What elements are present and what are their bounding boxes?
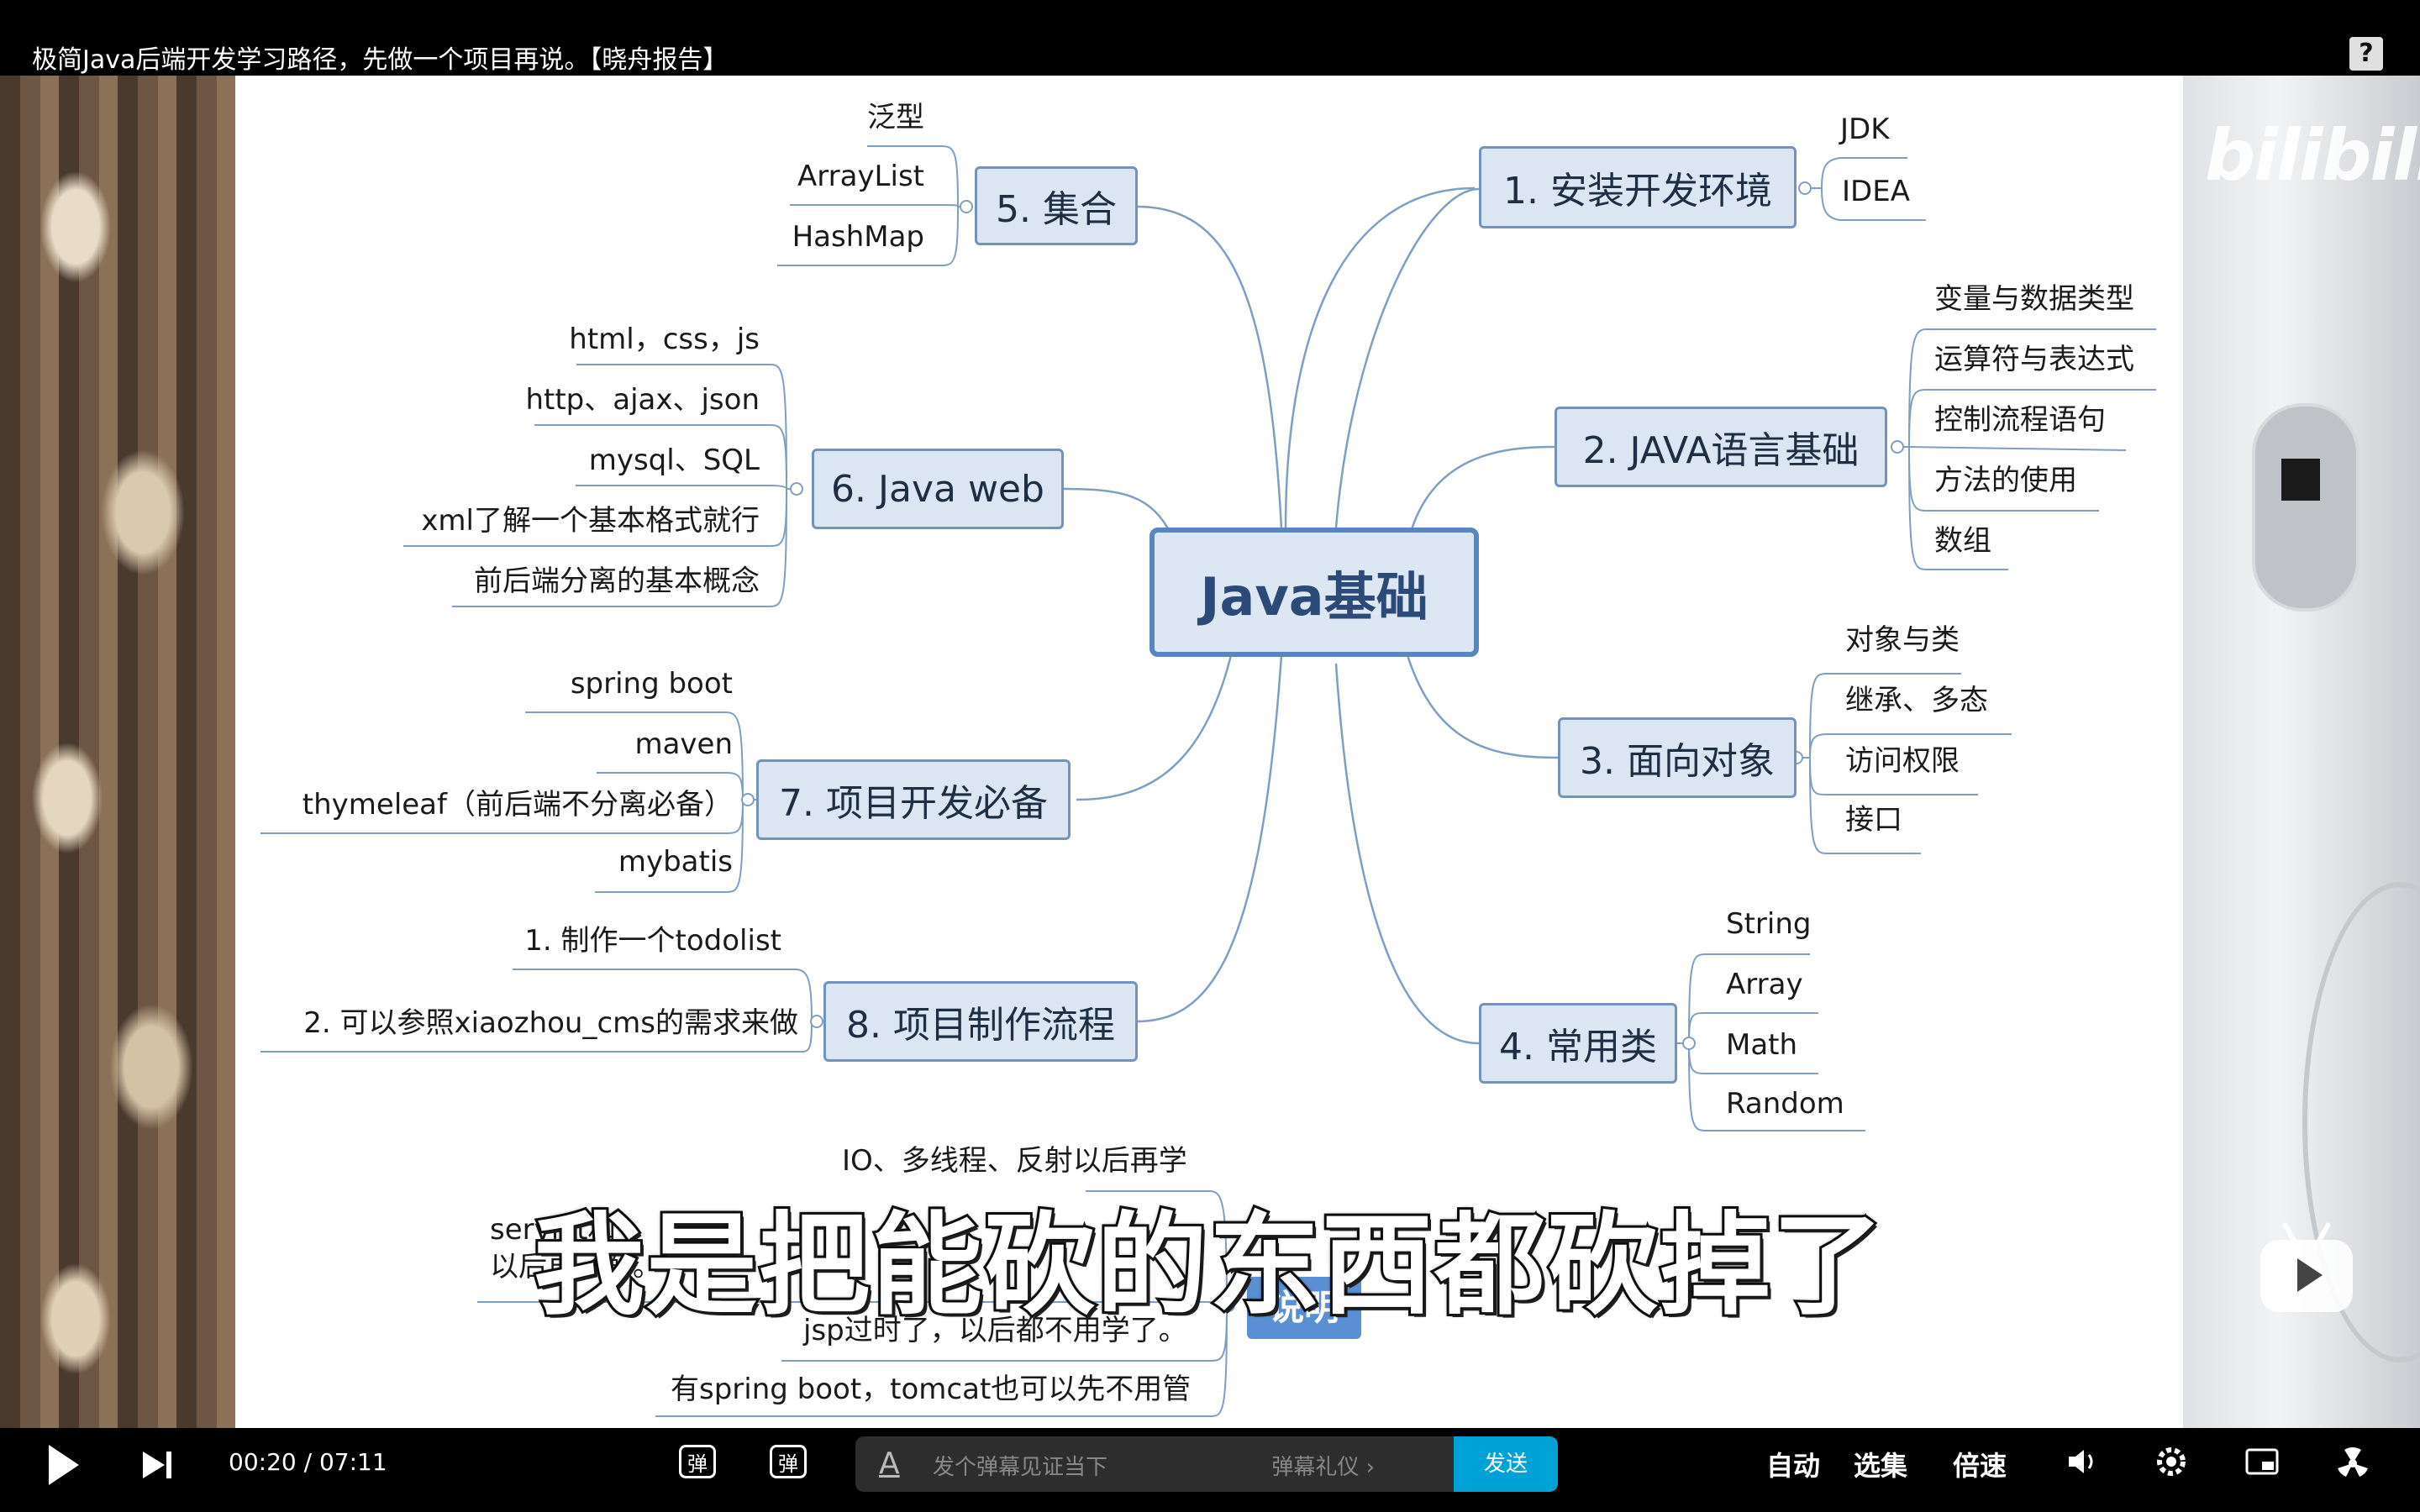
branch-2-item: 数组 [1934, 524, 1991, 558]
branch-node-7: 7. 项目开发必备 [756, 759, 1071, 840]
video-title: 极简Java后端开发学习路径，先做一个项目再说。【晓舟报告】 [32, 45, 729, 75]
branch-1-item: IDEA [1842, 175, 1910, 208]
speed-button[interactable]: 倍速 [1953, 1445, 2007, 1483]
time-display: 00:20 / 07:11 [229, 1448, 387, 1476]
settings-icon[interactable] [2153, 1443, 2190, 1480]
branch-8-item: 1. 制作一个todolist [524, 924, 781, 958]
branch-2-item: 控制流程语句 [1934, 403, 2106, 437]
curtain-background [0, 76, 235, 1438]
branch-6-item: xml了解一个基本格式就行 [421, 504, 760, 538]
branch-7-item: thymeleaf（前后端不分离必备） [302, 788, 733, 822]
branch-3-item: 访问权限 [1845, 744, 1960, 778]
branch-node-5: 5. 集合 [975, 166, 1138, 245]
send-button[interactable]: 发送 [1454, 1436, 1558, 1492]
branch-7-item: mybatis [618, 845, 733, 879]
branch-5-item: ArrayList [797, 160, 924, 193]
branch-node-2: 2. JAVA语言基础 [1555, 407, 1887, 487]
mindmap-slide: Java基础 1. 安装开发环境 JDK IDEA 2. JAVA语言基础 变量… [235, 76, 2183, 1438]
bilibili-tv-icon [2260, 1240, 2353, 1312]
branch-node-6: 6. Java web [812, 449, 1064, 529]
danmaku-placeholder[interactable]: 发个弹幕见证当下 [933, 1450, 1107, 1481]
danmaku-toggle-icon[interactable]: 弹 [679, 1445, 716, 1478]
time-separator: / [303, 1448, 313, 1476]
branch-4-item: String [1726, 907, 1812, 941]
branch-1-item: JDK [1840, 113, 1890, 146]
danmaku-input-box[interactable]: A 发个弹幕见证当下 弹幕礼仪 › 发送 [855, 1436, 1558, 1492]
fullscreen-icon[interactable] [2334, 1443, 2371, 1480]
branch-6-item: http、ajax、json [525, 383, 760, 417]
branch-6-item: html，css，js [569, 323, 760, 356]
branch-2-item: 运算符与表达式 [1934, 343, 2134, 376]
branch-5-item: 泛型 [867, 101, 924, 134]
branch-2-item: 方法的使用 [1934, 464, 2077, 497]
branch-node-1: 1. 安装开发环境 [1479, 146, 1797, 228]
video-frame[interactable]: bilibili Java基础 1. 安装开发环境 JDK IDEA 2. JA… [0, 76, 2420, 1438]
auto-quality-button[interactable]: 自动 [1766, 1445, 1820, 1483]
branch-node-4: 4. 常用类 [1479, 1003, 1677, 1084]
note-item: IO、多线程、反射以后再学 [842, 1144, 1187, 1178]
branch-6-item: 前后端分离的基本概念 [474, 564, 760, 598]
danmaku-style-icon[interactable]: A [879, 1446, 900, 1481]
branch-5-item: HashMap [792, 220, 924, 254]
danmaku-settings-icon[interactable]: 弹 [770, 1445, 807, 1478]
wall-device [2252, 403, 2360, 612]
player-controls: 00:20 / 07:11 弹 弹 A 发个弹幕见证当下 弹幕礼仪 › 发送 自… [0, 1428, 2420, 1512]
branch-6-item: mysql、SQL [588, 444, 760, 477]
video-header: 极简Java后端开发学习路径，先做一个项目再说。【晓舟报告】 ? [0, 0, 2420, 76]
episodes-button[interactable]: 选集 [1854, 1445, 1907, 1483]
branch-4-item: Math [1726, 1028, 1798, 1062]
branch-node-8: 8. 项目制作流程 [823, 981, 1138, 1062]
help-icon[interactable]: ? [2349, 37, 2383, 71]
branch-2-item: 变量与数据类型 [1934, 282, 2134, 316]
branch-node-3: 3. 面向对象 [1558, 717, 1797, 798]
branch-3-item: 继承、多态 [1845, 684, 1988, 717]
branch-8-item: 2. 可以参照xiaozhou_cms的需求来做 [303, 1006, 798, 1040]
branch-4-item: Array [1726, 968, 1803, 1001]
play-icon[interactable] [49, 1445, 79, 1485]
pip-icon[interactable] [2244, 1443, 2281, 1480]
danmaku-etiquette-link[interactable]: 弹幕礼仪 › [1271, 1450, 1375, 1481]
duration: 07:11 [318, 1448, 387, 1476]
branch-7-item: spring boot [570, 667, 733, 701]
branch-3-item: 接口 [1845, 803, 1902, 837]
current-time: 00:20 [229, 1448, 297, 1476]
note-item: 有spring boot，tomcat也可以先不用管 [671, 1373, 1192, 1406]
branch-4-item: Random [1726, 1087, 1844, 1121]
mindmap-center-node: Java基础 [1150, 528, 1479, 657]
video-subtitle: 我是把能砍的东西都砍掉了 [531, 1199, 1886, 1333]
wall-device-dot [2281, 459, 2320, 501]
volume-icon[interactable] [2064, 1443, 2101, 1480]
branch-7-item: maven [634, 727, 733, 761]
branch-3-item: 对象与类 [1845, 623, 1960, 657]
next-icon[interactable] [143, 1452, 171, 1478]
bilibili-logo: bilibili [2205, 114, 2420, 197]
